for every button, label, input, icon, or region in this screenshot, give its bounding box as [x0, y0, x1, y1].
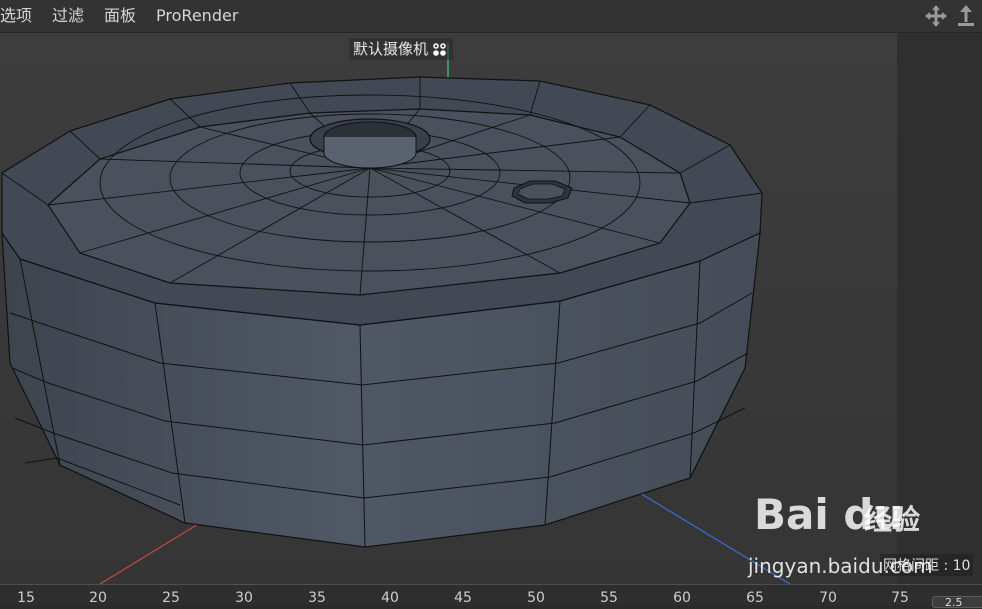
camera-dots-icon — [433, 43, 446, 56]
viewport-nav-controls — [924, 0, 978, 32]
ruler-value-box[interactable]: 2.5 — [932, 596, 982, 609]
menu-options[interactable]: 选项 — [0, 0, 32, 32]
move-view-icon[interactable] — [924, 4, 948, 28]
baidu-watermark: Bai du 经验 jingyan.baidu.com — [736, 488, 982, 584]
watermark-url: jingyan.baidu.com — [748, 554, 933, 578]
menu-panel[interactable]: 面板 — [104, 0, 136, 32]
pan-vertical-icon[interactable] — [954, 4, 978, 28]
timeline-ruler[interactable]: 15 20 25 30 35 40 45 50 55 60 65 70 75 — [0, 584, 982, 606]
menu-prorender[interactable]: ProRender — [156, 0, 238, 32]
camera-label-text: 默认摄像机 — [353, 40, 429, 58]
menu-bar: 选项 过滤 面板 ProRender — [0, 0, 982, 33]
watermark-subtitle: 经验 — [864, 503, 921, 536]
ruler-value: 2.5 — [945, 596, 963, 609]
menu-filter[interactable]: 过滤 — [52, 0, 84, 32]
camera-label[interactable]: 默认摄像机 — [349, 38, 454, 60]
